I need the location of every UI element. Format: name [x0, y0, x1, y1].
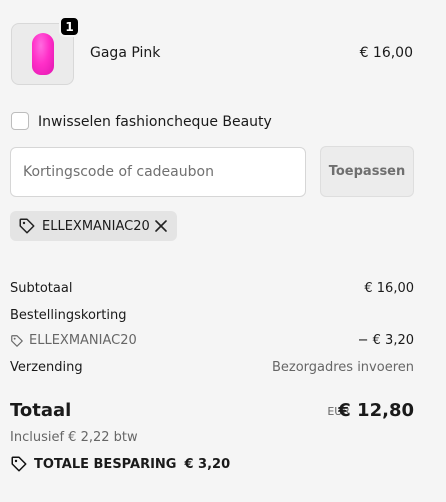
savings-value: € 3,20	[184, 456, 231, 472]
order-discount-code: ELLEXMANIAC20	[29, 333, 137, 348]
fashioncheque-label[interactable]: Inwisselen fashioncheque Beauty	[38, 114, 272, 130]
subtotal-label: Subtotaal	[10, 281, 73, 296]
product-price: € 16,00	[359, 45, 413, 61]
subtotal-value: € 16,00	[364, 281, 414, 296]
total-savings: TOTALE BESPARING € 3,20	[10, 455, 230, 473]
tag-icon	[10, 334, 24, 348]
tag-icon	[10, 455, 28, 473]
shipping-label: Verzending	[10, 360, 83, 375]
nail-swatch-image	[32, 33, 54, 75]
tag-icon	[18, 217, 36, 235]
quantity-badge: 1	[59, 16, 80, 37]
shipping-value: Bezorgadres invoeren	[271, 360, 414, 375]
total-amount: € 12,80	[338, 400, 414, 421]
order-discount-code-line: ELLEXMANIAC20	[10, 333, 137, 348]
discount-code-input[interactable]	[10, 147, 306, 197]
total-label: Totaal	[10, 400, 72, 421]
tax-note: Inclusief € 2,22 btw	[10, 430, 138, 445]
product-name: Gaga Pink	[90, 45, 161, 61]
applied-discount-code: ELLEXMANIAC20	[42, 218, 150, 234]
order-discount-value: − € 3,20	[357, 333, 414, 348]
close-icon[interactable]	[153, 218, 169, 234]
fashioncheque-checkbox[interactable]	[11, 112, 29, 130]
applied-discount-chip: ELLEXMANIAC20	[10, 211, 177, 241]
savings-label: TOTALE BESPARING	[34, 456, 177, 472]
apply-discount-button[interactable]: Toepassen	[320, 146, 414, 197]
order-discount-label: Bestellingskorting	[10, 308, 127, 323]
